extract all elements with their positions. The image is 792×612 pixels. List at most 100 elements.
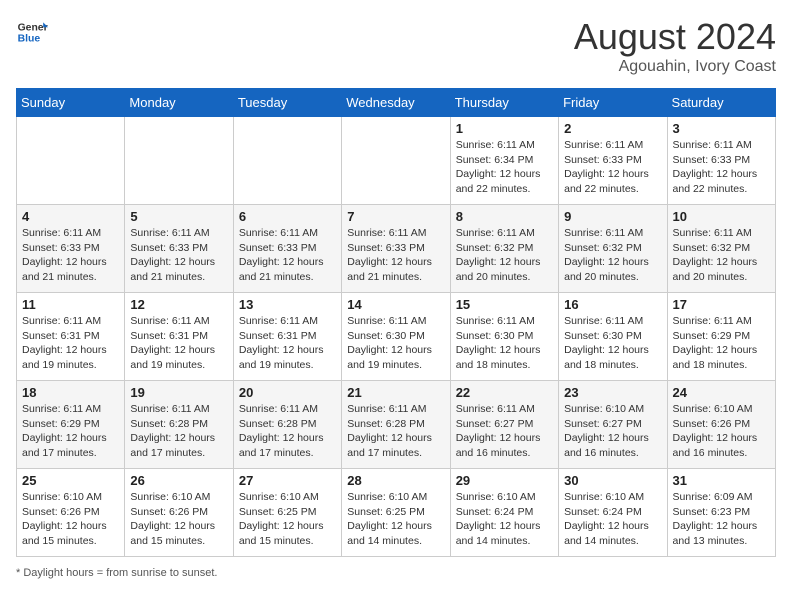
calendar-cell (233, 117, 341, 205)
calendar-cell: 25 Sunrise: 6:10 AM Sunset: 6:26 PM Dayli… (17, 469, 125, 557)
day-info: Sunrise: 6:11 AM Sunset: 6:31 PM Dayligh… (239, 314, 336, 373)
page-header: General Blue August 2024 Agouahin, Ivory… (16, 16, 776, 76)
calendar-cell: 5Sunrise: 6:11 AM Sunset: 6:33 PM Daylig… (125, 205, 233, 293)
calendar-cell: 24Sunrise: 6:10 AM Sunset: 6:26 PM Dayli… (667, 381, 775, 469)
calendar-cell: 29 Sunrise: 6:10 AM Sunset: 6:24 PM Dayli… (450, 469, 558, 557)
calendar-body: 1Sunrise: 6:11 AM Sunset: 6:34 PM Daylig… (17, 117, 776, 557)
calendar-cell: 28 Sunrise: 6:10 AM Sunset: 6:25 PM Dayli… (342, 469, 450, 557)
day-info: Sunrise: 6:11 AM Sunset: 6:33 PM Dayligh… (130, 226, 227, 285)
day-of-week-header: Tuesday (233, 89, 341, 117)
calendar-subtitle: Agouahin, Ivory Coast (574, 58, 776, 76)
calendar-cell: 4Sunrise: 6:11 AM Sunset: 6:33 PM Daylig… (17, 205, 125, 293)
day-info: Sunrise: 6:10 AM Sunset: 6:26 PM Dayligh… (130, 490, 227, 549)
day-info: Sunrise: 6:11 AM Sunset: 6:27 PM Dayligh… (456, 402, 553, 461)
day-number: 1 (456, 121, 553, 136)
day-info: Sunrise: 6:11 AM Sunset: 6:28 PM Dayligh… (130, 402, 227, 461)
calendar-cell: 30Sunrise: 6:10 AM Sunset: 6:24 PM Dayli… (559, 469, 667, 557)
calendar-cell: 21 Sunrise: 6:11 AM Sunset: 6:28 PM Dayli… (342, 381, 450, 469)
calendar-cell: 12 Sunrise: 6:11 AM Sunset: 6:31 PM Dayli… (125, 293, 233, 381)
day-number: 10 (673, 209, 770, 224)
day-info: Sunrise: 6:11 AM Sunset: 6:32 PM Dayligh… (564, 226, 661, 285)
day-number: 26 (130, 473, 227, 488)
calendar-table: SundayMondayTuesdayWednesdayThursdayFrid… (16, 88, 776, 557)
calendar-cell: 10Sunrise: 6:11 AM Sunset: 6:32 PM Dayli… (667, 205, 775, 293)
day-info: Sunrise: 6:11 AM Sunset: 6:29 PM Dayligh… (673, 314, 770, 373)
calendar-cell: 8Sunrise: 6:11 AM Sunset: 6:32 PM Daylig… (450, 205, 558, 293)
day-info: Sunrise: 6:10 AM Sunset: 6:26 PM Dayligh… (673, 402, 770, 461)
day-number: 6 (239, 209, 336, 224)
calendar-cell: 15 Sunrise: 6:11 AM Sunset: 6:30 PM Dayli… (450, 293, 558, 381)
day-info: Sunrise: 6:11 AM Sunset: 6:31 PM Dayligh… (22, 314, 119, 373)
day-info: Sunrise: 6:11 AM Sunset: 6:32 PM Dayligh… (456, 226, 553, 285)
day-number: 12 (130, 297, 227, 312)
calendar-cell: 26 Sunrise: 6:10 AM Sunset: 6:26 PM Dayli… (125, 469, 233, 557)
day-number: 9 (564, 209, 661, 224)
logo: General Blue (16, 16, 48, 48)
day-info: Sunrise: 6:11 AM Sunset: 6:33 PM Dayligh… (564, 138, 661, 197)
calendar-cell: 19 Sunrise: 6:11 AM Sunset: 6:28 PM Dayli… (125, 381, 233, 469)
day-number: 19 (130, 385, 227, 400)
day-number: 2 (564, 121, 661, 136)
logo-icon: General Blue (16, 16, 48, 48)
calendar-header: SundayMondayTuesdayWednesdayThursdayFrid… (17, 89, 776, 117)
calendar-cell: 13 Sunrise: 6:11 AM Sunset: 6:31 PM Dayli… (233, 293, 341, 381)
calendar-week-row: 4Sunrise: 6:11 AM Sunset: 6:33 PM Daylig… (17, 205, 776, 293)
day-number: 25 (22, 473, 119, 488)
calendar-cell: 27Sunrise: 6:10 AM Sunset: 6:25 PM Dayli… (233, 469, 341, 557)
calendar-cell: 2 Sunrise: 6:11 AM Sunset: 6:33 PM Daylig… (559, 117, 667, 205)
day-of-week-header: Thursday (450, 89, 558, 117)
calendar-cell (17, 117, 125, 205)
calendar-week-row: 25 Sunrise: 6:10 AM Sunset: 6:26 PM Dayli… (17, 469, 776, 557)
calendar-week-row: 1Sunrise: 6:11 AM Sunset: 6:34 PM Daylig… (17, 117, 776, 205)
day-of-week-header: Wednesday (342, 89, 450, 117)
day-number: 13 (239, 297, 336, 312)
day-number: 27 (239, 473, 336, 488)
svg-text:Blue: Blue (18, 34, 41, 45)
day-number: 18 (22, 385, 119, 400)
calendar-cell: 23 Sunrise: 6:10 AM Sunset: 6:27 PM Dayli… (559, 381, 667, 469)
day-number: 14 (347, 297, 444, 312)
calendar-cell: 14Sunrise: 6:11 AM Sunset: 6:30 PM Dayli… (342, 293, 450, 381)
calendar-cell: 3Sunrise: 6:11 AM Sunset: 6:33 PM Daylig… (667, 117, 775, 205)
calendar-cell (342, 117, 450, 205)
day-info: Sunrise: 6:11 AM Sunset: 6:28 PM Dayligh… (347, 402, 444, 461)
calendar-cell: 22 Sunrise: 6:11 AM Sunset: 6:27 PM Dayli… (450, 381, 558, 469)
days-of-week-row: SundayMondayTuesdayWednesdayThursdayFrid… (17, 89, 776, 117)
calendar-cell: 6 Sunrise: 6:11 AM Sunset: 6:33 PM Daylig… (233, 205, 341, 293)
day-number: 31 (673, 473, 770, 488)
day-number: 23 (564, 385, 661, 400)
day-info: Sunrise: 6:10 AM Sunset: 6:27 PM Dayligh… (564, 402, 661, 461)
day-of-week-header: Friday (559, 89, 667, 117)
day-info: Sunrise: 6:11 AM Sunset: 6:33 PM Dayligh… (239, 226, 336, 285)
calendar-cell: 9 Sunrise: 6:11 AM Sunset: 6:32 PM Daylig… (559, 205, 667, 293)
calendar-week-row: 11Sunrise: 6:11 AM Sunset: 6:31 PM Dayli… (17, 293, 776, 381)
day-info: Sunrise: 6:10 AM Sunset: 6:26 PM Dayligh… (22, 490, 119, 549)
title-block: August 2024 Agouahin, Ivory Coast (574, 16, 776, 76)
day-number: 17 (673, 297, 770, 312)
day-info: Sunrise: 6:11 AM Sunset: 6:29 PM Dayligh… (22, 402, 119, 461)
footer: * Daylight hours = from sunrise to sunse… (16, 567, 776, 579)
day-info: Sunrise: 6:11 AM Sunset: 6:33 PM Dayligh… (22, 226, 119, 285)
day-info: Sunrise: 6:10 AM Sunset: 6:24 PM Dayligh… (564, 490, 661, 549)
day-info: Sunrise: 6:11 AM Sunset: 6:30 PM Dayligh… (456, 314, 553, 373)
day-number: 29 (456, 473, 553, 488)
day-info: Sunrise: 6:10 AM Sunset: 6:25 PM Dayligh… (347, 490, 444, 549)
day-info: Sunrise: 6:09 AM Sunset: 6:23 PM Dayligh… (673, 490, 770, 549)
calendar-cell: 20 Sunrise: 6:11 AM Sunset: 6:28 PM Dayli… (233, 381, 341, 469)
day-info: Sunrise: 6:11 AM Sunset: 6:31 PM Dayligh… (130, 314, 227, 373)
day-number: 22 (456, 385, 553, 400)
calendar-cell (125, 117, 233, 205)
calendar-week-row: 18 Sunrise: 6:11 AM Sunset: 6:29 PM Dayli… (17, 381, 776, 469)
day-number: 21 (347, 385, 444, 400)
day-of-week-header: Sunday (17, 89, 125, 117)
day-number: 20 (239, 385, 336, 400)
day-info: Sunrise: 6:11 AM Sunset: 6:33 PM Dayligh… (673, 138, 770, 197)
day-info: Sunrise: 6:10 AM Sunset: 6:24 PM Dayligh… (456, 490, 553, 549)
day-number: 15 (456, 297, 553, 312)
day-number: 7 (347, 209, 444, 224)
day-of-week-header: Monday (125, 89, 233, 117)
day-info: Sunrise: 6:11 AM Sunset: 6:30 PM Dayligh… (564, 314, 661, 373)
calendar-cell: 11Sunrise: 6:11 AM Sunset: 6:31 PM Dayli… (17, 293, 125, 381)
day-number: 28 (347, 473, 444, 488)
day-info: Sunrise: 6:11 AM Sunset: 6:28 PM Dayligh… (239, 402, 336, 461)
